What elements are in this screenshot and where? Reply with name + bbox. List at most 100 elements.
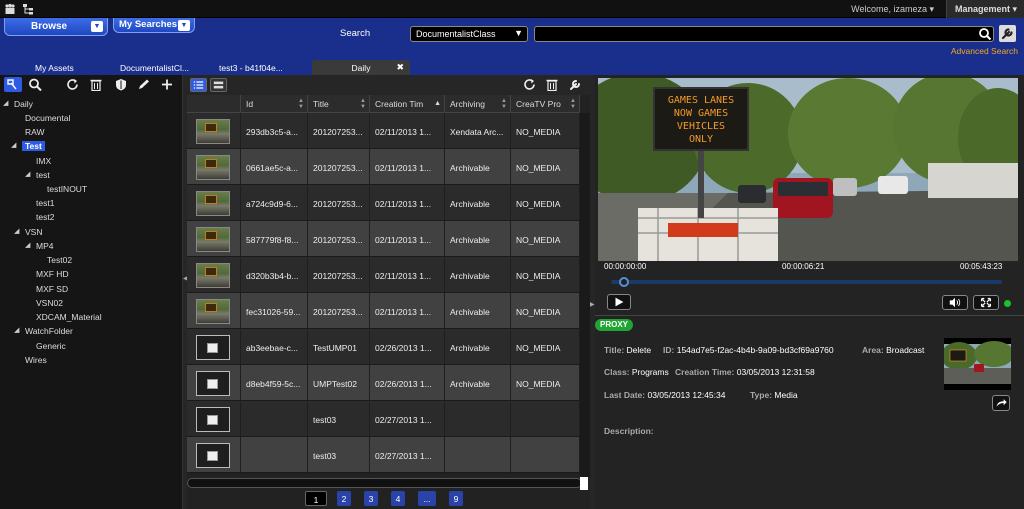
tree-node-documental[interactable]: Documental bbox=[25, 113, 70, 123]
share-icon[interactable] bbox=[992, 395, 1010, 411]
page-ellipsis-button[interactable]: ... bbox=[418, 491, 436, 506]
trash-icon[interactable] bbox=[545, 78, 559, 91]
table-row[interactable]: d8eb4f59-5c... UMPTest02 02/26/2013 1... Ar… bbox=[187, 365, 580, 401]
advanced-search-link[interactable]: Advanced Search bbox=[951, 46, 1018, 56]
tab-my-assets[interactable]: My Assets bbox=[35, 60, 105, 75]
tree-node-wires[interactable]: Wires bbox=[25, 355, 47, 365]
search-input[interactable] bbox=[534, 26, 994, 42]
table-row[interactable]: a724c9d9-6... 201207253... 02/11/2013 1...… bbox=[187, 185, 580, 221]
column-header-creatv[interactable]: CreaTV Pro ▲ ▼ bbox=[511, 95, 580, 113]
tree-node-test[interactable]: ◢ Test bbox=[11, 141, 45, 151]
welcome-user-menu[interactable]: Welcome, izameza ▾ bbox=[851, 4, 934, 15]
table-row[interactable]: 587779f8-f8... 201207253... 02/11/2013 1..… bbox=[187, 221, 580, 257]
table-row[interactable]: 293db3c5-a... 201207253... 02/11/2013 1...… bbox=[187, 113, 580, 149]
refresh-icon[interactable] bbox=[523, 78, 537, 91]
table-row[interactable]: fec31026-59... 201207253... 02/11/2013 1..… bbox=[187, 293, 580, 329]
tree-node-raw[interactable]: RAW bbox=[25, 127, 45, 137]
column-header-archiving[interactable]: Archiving ▲ ▼ bbox=[445, 95, 511, 113]
column-header-id[interactable]: Id ▲ ▼ bbox=[241, 95, 308, 113]
select-folder-icon[interactable] bbox=[4, 77, 22, 92]
timecode-end: 00:05:43:23 bbox=[960, 262, 1003, 271]
trash-icon[interactable] bbox=[89, 78, 103, 91]
expand-triangle-icon[interactable]: ◢ bbox=[11, 141, 16, 149]
vertical-scrollbar[interactable] bbox=[580, 113, 590, 478]
close-icon[interactable]: ✖ bbox=[396, 62, 404, 73]
pencil-icon[interactable] bbox=[137, 78, 151, 91]
tree-node-watchfolder[interactable]: ◢ WatchFolder bbox=[14, 326, 73, 336]
thumbnail-sign bbox=[205, 231, 217, 240]
table-row[interactable]: ab3eebae-c... TestUMP01 02/26/2013 1... Arc… bbox=[187, 329, 580, 365]
cell-title: 201207253... bbox=[308, 149, 370, 185]
class-select[interactable]: DocumentalistClass ▼ bbox=[410, 26, 528, 42]
refresh-icon[interactable] bbox=[66, 78, 80, 91]
tab-daily[interactable]: Daily ✖ bbox=[312, 60, 410, 75]
proxy-badge[interactable]: PROXY bbox=[595, 319, 633, 331]
expand-triangle-icon[interactable]: ◢ bbox=[3, 99, 8, 107]
placeholder-image-icon bbox=[207, 415, 218, 425]
volume-icon[interactable] bbox=[942, 295, 968, 310]
table-row[interactable]: test03 02/27/2013 1... bbox=[187, 437, 580, 473]
hierarchy-icon[interactable] bbox=[22, 3, 34, 15]
tree-node-generic[interactable]: Generic bbox=[36, 341, 66, 351]
sort-icon: ▲ ▼ bbox=[570, 98, 576, 110]
tab-documentalist[interactable]: DocumentalistCl... bbox=[120, 60, 200, 75]
expand-triangle-icon[interactable]: ◢ bbox=[25, 241, 30, 249]
tree-node-vsn02[interactable]: VSN02 bbox=[36, 298, 63, 308]
tree-node-test1[interactable]: test1 bbox=[36, 198, 54, 208]
broken-image-icon bbox=[196, 407, 230, 432]
shield-icon[interactable] bbox=[114, 78, 128, 91]
cell-id bbox=[241, 437, 308, 473]
my-searches-button[interactable]: My Searches ▼ bbox=[113, 18, 195, 33]
table-row[interactable]: 0661ae5c-a... 201207253... 02/11/2013 1...… bbox=[187, 149, 580, 185]
cell-creation-time: 02/26/2013 1... bbox=[370, 365, 445, 401]
wrench-icon[interactable] bbox=[999, 25, 1016, 42]
column-header-creation-time[interactable]: Creation Tim ▲ bbox=[370, 95, 445, 113]
browse-button[interactable]: Browse ▼ bbox=[4, 18, 108, 36]
tree-node-testinout[interactable]: testINOUT bbox=[47, 184, 87, 194]
tree-node-mxf-sd[interactable]: MXF SD bbox=[36, 284, 68, 294]
horizontal-scrollbar[interactable] bbox=[187, 478, 582, 488]
tree-node-mp4[interactable]: ◢ MP4 bbox=[25, 241, 53, 251]
tree-node-test02[interactable]: Test02 bbox=[47, 255, 72, 265]
page-9-button[interactable]: 9 bbox=[449, 491, 463, 506]
expand-triangle-icon[interactable]: ◢ bbox=[14, 326, 19, 334]
management-menu[interactable]: Management ▾ bbox=[946, 0, 1024, 18]
search-icon[interactable] bbox=[976, 26, 994, 42]
scrollbar-thumb[interactable] bbox=[580, 477, 588, 490]
list-view-icon[interactable] bbox=[190, 78, 207, 92]
tree-node-test2[interactable]: test2 bbox=[36, 212, 54, 222]
people-icon[interactable] bbox=[4, 3, 16, 15]
tree-node-vsn[interactable]: ◢ VSN bbox=[14, 227, 42, 237]
table-row[interactable]: test03 02/27/2013 1... bbox=[187, 401, 580, 437]
table-row[interactable]: d320b3b4-b... 201207253... 02/11/2013 1...… bbox=[187, 257, 580, 293]
play-icon[interactable] bbox=[607, 294, 631, 310]
cell-title: TestUMP01 bbox=[308, 329, 370, 365]
tab-test3[interactable]: test3 - b41f04e... bbox=[219, 60, 299, 75]
page-1-button[interactable]: 1 bbox=[305, 491, 327, 506]
expand-triangle-icon[interactable]: ◢ bbox=[25, 170, 30, 178]
plus-icon[interactable] bbox=[160, 78, 174, 91]
cell-thumbnail bbox=[187, 401, 241, 437]
tree-node-daily[interactable]: ◢ Daily bbox=[3, 99, 33, 109]
search-icon[interactable] bbox=[28, 78, 42, 91]
page-4-button[interactable]: 4 bbox=[391, 491, 405, 506]
tree-node-mxf-hd[interactable]: MXF HD bbox=[36, 269, 69, 279]
expand-arrow-icon[interactable]: ▶ bbox=[590, 301, 595, 308]
top-bar: Welcome, izameza ▾ Management ▾ bbox=[0, 0, 1024, 18]
scrub-handle[interactable] bbox=[618, 277, 629, 287]
expand-triangle-icon[interactable]: ◢ bbox=[14, 227, 19, 235]
wrench-icon[interactable] bbox=[568, 78, 582, 91]
video-player[interactable]: GAMES LANES NOW GAMES VEHICLES ONLY bbox=[598, 78, 1018, 261]
meta-area: Area: Broadcast bbox=[862, 345, 925, 355]
tree-node-test-sub[interactable]: ◢ test bbox=[25, 170, 50, 180]
page-2-button[interactable]: 2 bbox=[337, 491, 351, 506]
column-header-title[interactable]: Title ▲ ▼ bbox=[308, 95, 370, 113]
tree-node-imx[interactable]: IMX bbox=[36, 156, 51, 166]
scrub-bar[interactable] bbox=[611, 280, 1002, 284]
detail-view-icon[interactable] bbox=[210, 78, 227, 92]
tree-node-xdcam-material[interactable]: XDCAM_Material bbox=[36, 312, 102, 322]
tree-toolbar bbox=[0, 75, 183, 94]
fullscreen-icon[interactable] bbox=[973, 295, 999, 310]
cell-id: d8eb4f59-5c... bbox=[241, 365, 308, 401]
page-3-button[interactable]: 3 bbox=[364, 491, 378, 506]
